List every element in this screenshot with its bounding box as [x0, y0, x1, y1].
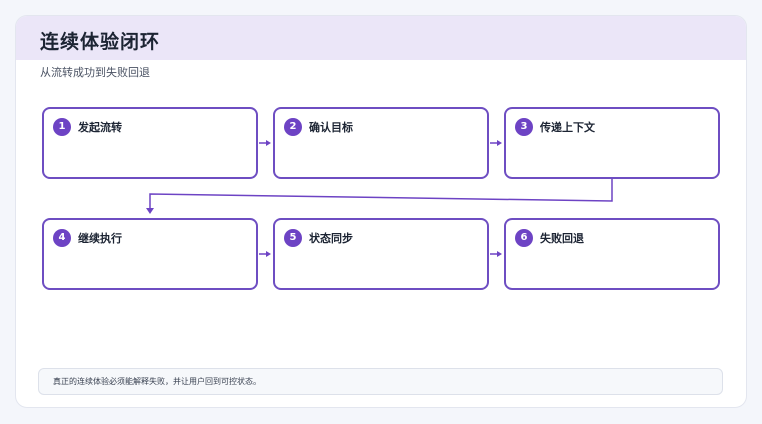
step-2-box: 2 确认目标 — [273, 107, 489, 179]
page-title: 连续体验闭环 — [40, 31, 161, 53]
footer-note: 真正的连续体验必须能解释失败，并让用户回到可控状态。 — [38, 368, 723, 395]
step-label: 传递上下文 — [540, 121, 595, 134]
step-5-box: 5 状态同步 — [273, 218, 489, 290]
step-6-box: 6 失败回退 — [504, 218, 720, 290]
step-number-badge: 6 — [515, 229, 533, 247]
step-number-badge: 4 — [53, 229, 71, 247]
footer-note-text: 真正的连续体验必须能解释失败，并让用户回到可控状态。 — [53, 377, 261, 386]
diagram-card: 连续体验闭环 从流转成功到失败回退 — [15, 15, 747, 408]
step-number-badge: 2 — [284, 118, 302, 136]
step-1-box: 1 发起流转 — [42, 107, 258, 179]
step-label: 确认目标 — [309, 121, 353, 134]
step-4-box: 4 继续执行 — [42, 218, 258, 290]
step-3-box: 3 传递上下文 — [504, 107, 720, 179]
step-number-badge: 1 — [53, 118, 71, 136]
step-label: 状态同步 — [309, 232, 353, 245]
page-subtitle: 从流转成功到失败回退 — [40, 66, 150, 79]
step-label: 继续执行 — [78, 232, 122, 245]
step-label: 失败回退 — [540, 232, 584, 245]
step-label: 发起流转 — [78, 121, 122, 134]
step-number-badge: 3 — [515, 118, 533, 136]
step-number-badge: 5 — [284, 229, 302, 247]
